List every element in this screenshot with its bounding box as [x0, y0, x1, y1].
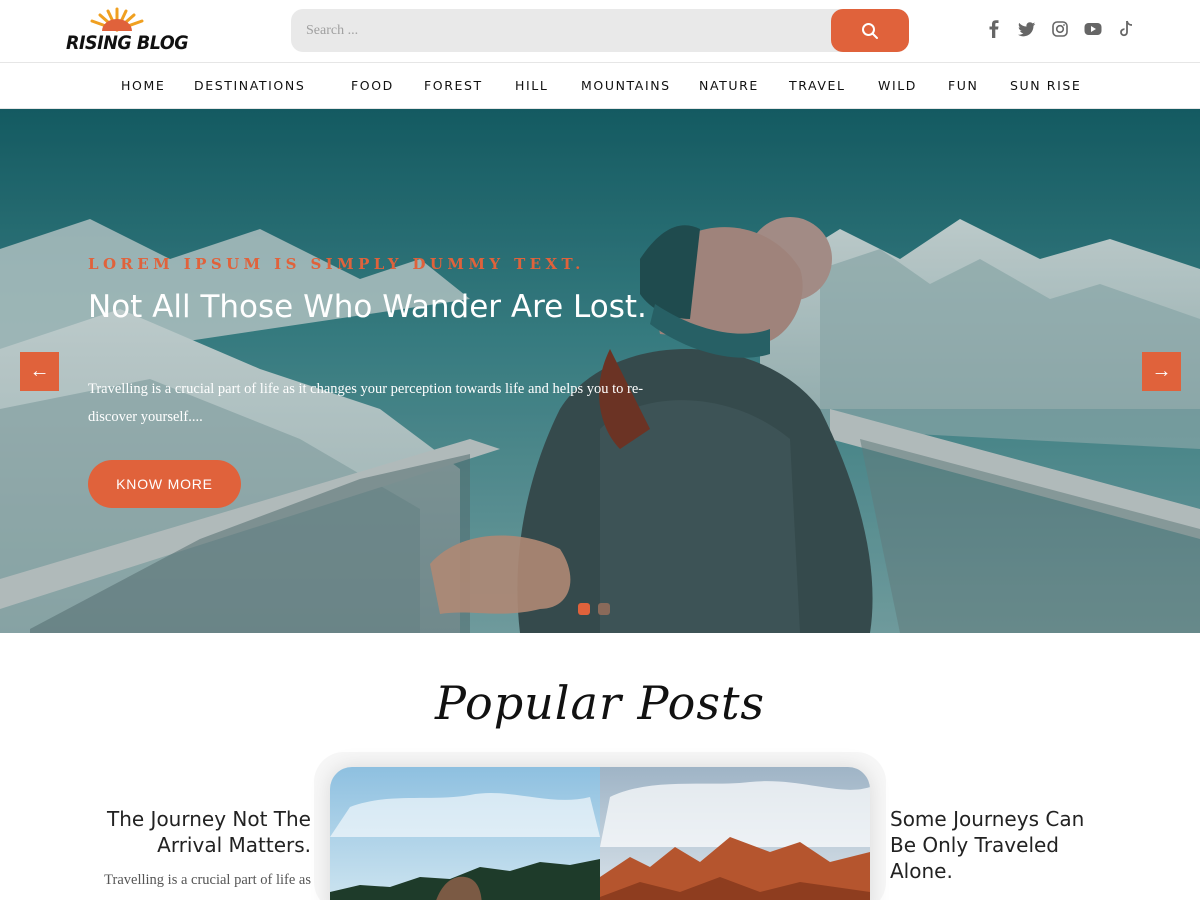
- hero-background-image: [0, 109, 1200, 633]
- post-left-excerpt: Travelling is a crucial part of life as: [104, 872, 311, 888]
- nav-item-destinations[interactable]: DESTINATIONS: [194, 78, 305, 93]
- instagram-icon[interactable]: [1049, 16, 1071, 42]
- twitter-icon[interactable]: [1016, 16, 1038, 42]
- slider-prev-button[interactable]: ←: [20, 352, 59, 391]
- facebook-icon[interactable]: [983, 16, 1005, 42]
- slider-dot-2[interactable]: [598, 603, 610, 615]
- nav-item-fun[interactable]: FUN: [948, 78, 979, 93]
- nav-item-mountains[interactable]: MOUNTAINS: [581, 78, 671, 93]
- post-right-title[interactable]: Some Journeys Can Be Only Traveled Alone…: [890, 806, 1110, 884]
- header: RISING BLOG: [0, 0, 1200, 62]
- arrow-left-icon: ←: [29, 360, 50, 382]
- slider-next-button[interactable]: →: [1142, 352, 1181, 391]
- popular-posts-heading: Popular Posts: [434, 676, 766, 730]
- site-logo-text: RISING BLOG: [66, 32, 189, 54]
- nav-item-travel[interactable]: TRAVEL: [789, 78, 846, 93]
- sun-logo-icon: [90, 7, 144, 32]
- hero-title: Not All Those Who Wander Are Lost.: [88, 289, 647, 325]
- nav-item-wild[interactable]: WILD: [878, 78, 917, 93]
- arrow-right-icon: →: [1151, 360, 1172, 382]
- post-left-title[interactable]: The Journey Not The Arrival Matters.: [70, 806, 311, 858]
- tiktok-icon[interactable]: [1115, 16, 1137, 42]
- nav-item-nature[interactable]: NATURE: [699, 78, 759, 93]
- nav-item-food[interactable]: FOOD: [351, 78, 394, 93]
- nav-item-hill[interactable]: HILL: [515, 78, 548, 93]
- main-nav: HOME DESTINATIONS FOOD FOREST HILL MOUNT…: [0, 62, 1200, 109]
- nav-item-sun-rise[interactable]: SUN RISE: [1010, 78, 1081, 93]
- search-icon: [862, 22, 878, 39]
- search-button[interactable]: [831, 9, 909, 52]
- site-logo[interactable]: RISING BLOG: [58, 6, 189, 56]
- popular-posts-image-card[interactable]: [330, 767, 870, 900]
- hero-description: Travelling is a crucial part of life as …: [88, 381, 644, 425]
- search-bar: [291, 9, 909, 52]
- slider-dots: [578, 603, 610, 615]
- youtube-icon[interactable]: [1082, 16, 1104, 42]
- search-input[interactable]: [291, 9, 831, 52]
- social-links: [983, 16, 1137, 42]
- hero-slider: LOREM IPSUM IS SIMPLY DUMMY TEXT. Not Al…: [0, 109, 1200, 633]
- slider-dot-1[interactable]: [578, 603, 590, 615]
- nav-item-forest[interactable]: FOREST: [424, 78, 483, 93]
- know-more-button[interactable]: KNOW MORE: [88, 460, 241, 508]
- hero-eyebrow: LOREM IPSUM IS SIMPLY DUMMY TEXT.: [88, 255, 585, 273]
- popular-posts-images: [330, 767, 870, 900]
- nav-item-home[interactable]: HOME: [121, 78, 165, 93]
